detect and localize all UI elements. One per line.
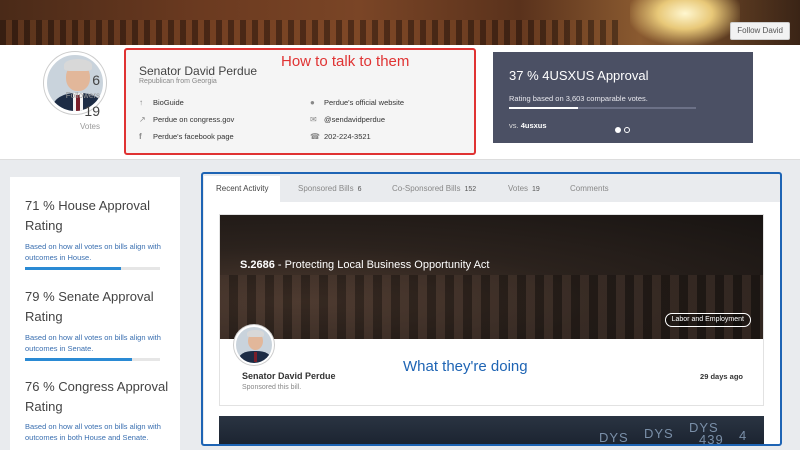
carousel-dot[interactable] xyxy=(624,127,630,133)
twitter-icon: ✉ xyxy=(310,114,317,124)
congress-rating-description[interactable]: Based on how all votes on bills align wi… xyxy=(25,421,185,443)
vs-name: 4usxus xyxy=(520,121,547,130)
twitter-label: @sendavidperdue xyxy=(324,114,385,124)
approval-description: Rating based on 3,603 comparable votes. xyxy=(509,94,648,103)
approval-progress-fill xyxy=(509,107,579,109)
facebook-label: Perdue's facebook page xyxy=(153,131,234,141)
house-rating-title: 71 % House Approval Rating xyxy=(25,198,151,233)
house-rating-description[interactable]: Based on how all votes on bills align wi… xyxy=(25,241,185,263)
bioguide-label: BioGuide xyxy=(153,97,184,107)
phone-link[interactable]: ☎ 202-224-3521 xyxy=(310,130,371,142)
approval-vs: vs. 4usxus xyxy=(509,121,547,130)
house-rating-fill xyxy=(25,267,121,270)
congress-label: Perdue on congress.gov xyxy=(153,114,235,124)
senate-rating-description[interactable]: Based on how all votes on bills align wi… xyxy=(25,332,185,354)
external-link-icon: ↗ xyxy=(139,114,146,124)
facebook-link[interactable]: f Perdue's facebook page xyxy=(139,130,234,142)
senate-rating-bar xyxy=(25,358,160,361)
house-rating-bar xyxy=(25,267,160,270)
votes-label: Votes xyxy=(79,122,100,131)
congress-rating-title: 76 % Congress Approval Rating xyxy=(25,379,169,414)
chandelier-image xyxy=(630,0,740,45)
carousel-dot-active[interactable] xyxy=(615,127,621,133)
followers-count[interactable]: 6 xyxy=(50,72,100,88)
approval-ratings-sidebar: 71 % House Approval Rating Based on how … xyxy=(10,177,180,450)
vs-prefix: vs. xyxy=(509,121,519,130)
facebook-icon: f xyxy=(139,131,142,141)
website-label: Perdue's official website xyxy=(324,97,405,107)
approval-panel: 37 % 4USXUS Approval Rating based on 3,6… xyxy=(493,52,753,143)
approval-title: 37 % 4USXUS Approval xyxy=(509,68,649,83)
globe-icon: ● xyxy=(310,97,315,107)
twitter-link[interactable]: ✉ @sendavidperdue xyxy=(310,113,385,125)
chamber-seats-image xyxy=(0,20,620,45)
followers-label: Followers xyxy=(65,91,100,100)
senate-rating-title: 79 % Senate Approval Rating xyxy=(25,289,154,324)
bioguide-link[interactable]: ↑ BioGuide xyxy=(139,96,184,108)
annotation-outline-activity xyxy=(201,172,782,446)
phone-label: 202-224-3521 xyxy=(324,131,371,141)
phone-icon: ☎ xyxy=(310,131,320,141)
annotation-contact: How to talk to them xyxy=(281,53,410,70)
approval-progress xyxy=(509,107,696,109)
senator-party-state: Republican from Georgia xyxy=(139,78,217,85)
follow-button[interactable]: Follow David xyxy=(730,22,790,40)
senator-name: Senator David Perdue xyxy=(139,64,258,78)
hero-banner: Follow David xyxy=(0,0,800,45)
arrow-up-icon: ↑ xyxy=(139,97,143,107)
website-link[interactable]: ● Perdue's official website xyxy=(310,96,404,108)
congress-link[interactable]: ↗ Perdue on congress.gov xyxy=(139,113,234,125)
votes-count[interactable]: 19 xyxy=(50,103,100,119)
senate-rating-fill xyxy=(25,358,132,361)
